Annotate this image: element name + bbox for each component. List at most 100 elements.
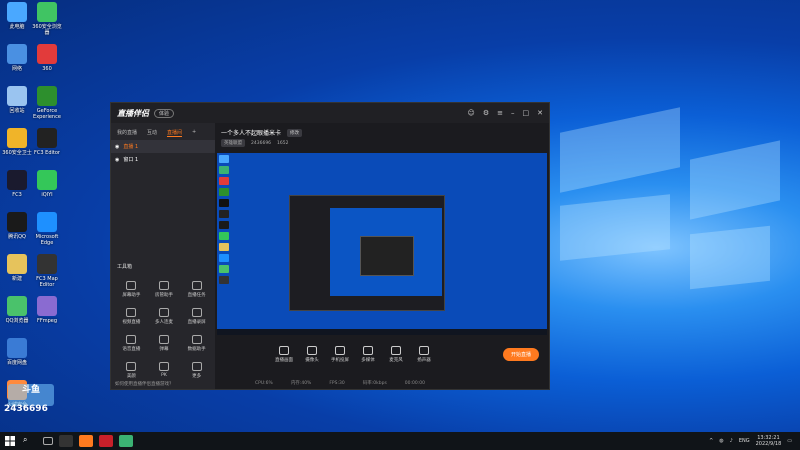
- tool-item[interactable]: 直播录屏: [180, 308, 213, 325]
- maximize-icon[interactable]: □: [523, 109, 530, 117]
- viewer-count: 1652: [277, 140, 289, 146]
- notification-icon[interactable]: ▭: [787, 438, 792, 444]
- tab-my-live[interactable]: 我的直播: [117, 129, 137, 137]
- task-view-icon[interactable]: [43, 437, 53, 445]
- app-icon: [7, 170, 27, 190]
- app-icon: [37, 170, 57, 190]
- desktop-icon[interactable]: FFmpeg: [30, 296, 64, 324]
- tool-icon: [158, 362, 169, 371]
- status-item: 码率:0kbps: [362, 381, 387, 386]
- scene-name: 直播 1: [123, 144, 139, 150]
- avatar-icon[interactable]: ☺: [468, 109, 475, 117]
- tray-chevron-icon[interactable]: ^: [709, 438, 713, 444]
- add-icon[interactable]: +: [192, 129, 196, 137]
- app-icon: [37, 2, 57, 22]
- status-item: FPS:30: [329, 380, 345, 386]
- room-title: 一个多人不起眼播米卡: [221, 130, 282, 137]
- desktop-icon[interactable]: FC3 Editor: [30, 128, 64, 156]
- language-indicator[interactable]: ENG: [739, 438, 750, 444]
- tool-icon: [158, 335, 169, 344]
- app-icon: [37, 86, 57, 106]
- desktop-icon[interactable]: iQIYI: [30, 170, 64, 198]
- close-icon[interactable]: ✕: [537, 109, 543, 117]
- control-button[interactable]: 摄像头: [303, 345, 321, 363]
- search-icon[interactable]: ⌕: [23, 435, 37, 447]
- tab-interact[interactable]: 互动: [147, 129, 157, 137]
- desktop-icon[interactable]: 360安全浏览器: [30, 2, 64, 36]
- tool-icon: [126, 362, 137, 371]
- minimize-icon[interactable]: –: [511, 109, 515, 117]
- network-icon[interactable]: ◍: [719, 438, 723, 444]
- scene-item[interactable]: ◉ 直播 1: [111, 140, 215, 153]
- tool-icon: [191, 335, 202, 344]
- follower-count: 2436696: [251, 140, 272, 146]
- tool-item[interactable]: PK: [148, 362, 181, 379]
- tool-item[interactable]: 视频直播: [115, 308, 148, 325]
- desktop-icon[interactable]: 回收站: [0, 86, 34, 114]
- control-icon: [391, 345, 401, 355]
- system-tray: ^ ◍ ♪ ENG 13:32:21 2022/9/18 ▭: [709, 435, 800, 447]
- app-icon: [37, 212, 57, 232]
- tool-item[interactable]: 语音直播: [115, 335, 148, 352]
- desktop-icon[interactable]: 新建: [0, 254, 34, 282]
- tool-item[interactable]: 更多: [180, 362, 213, 379]
- scene-item[interactable]: ◉ 窗口 1: [111, 153, 215, 166]
- status-item: 内存:40%: [290, 381, 312, 386]
- live-companion-window: 直播伴侣 体验 ☺ ⚙ ≡ – □ ✕ 我的直播 互动 直播间 + ◉ 直播 1…: [110, 102, 550, 390]
- eye-icon[interactable]: ◉: [115, 157, 119, 163]
- app-icon[interactable]: [59, 435, 73, 447]
- taskbar: ⌕ ^ ◍ ♪ ENG 13:32:21 2022/9/18 ▭: [0, 432, 800, 450]
- control-icon: [307, 345, 317, 355]
- stream-preview[interactable]: [217, 153, 547, 335]
- desktop-icon[interactable]: 网络: [0, 44, 34, 72]
- control-button[interactable]: 直播画面: [275, 345, 293, 363]
- preview-taskbar: [217, 329, 547, 335]
- tool-item[interactable]: 多人连麦: [148, 308, 181, 325]
- tool-icon: [191, 308, 202, 317]
- start-live-button[interactable]: 开始直播: [502, 347, 539, 361]
- app-icon[interactable]: [119, 435, 133, 447]
- desktop-icon[interactable]: 360安全卫士: [0, 128, 34, 156]
- edit-title-button[interactable]: 修改: [287, 128, 303, 137]
- control-button[interactable]: 扬声器: [415, 345, 433, 363]
- desktop-icon[interactable]: GeForce Experience: [30, 86, 64, 120]
- desktop-icon[interactable]: 腾讯QQ: [0, 212, 34, 240]
- desktop-icon[interactable]: Microsoft Edge: [30, 212, 64, 246]
- status-bar: CPU:6% 内存:40% FPS:30 码率:0kbps 00:00:00: [215, 377, 549, 389]
- tool-item[interactable]: 屏幕助手: [115, 281, 148, 298]
- desktop-icon[interactable]: QQ浏览器: [0, 296, 34, 324]
- tool-item[interactable]: 美颜: [115, 362, 148, 379]
- help-notice[interactable]: 如何使用直播伴侣直播游戏？: [115, 381, 174, 387]
- desktop-icon[interactable]: FC3: [0, 170, 34, 198]
- category-badge[interactable]: 英雄联盟: [221, 139, 245, 147]
- tool-icon: [158, 281, 169, 290]
- control-icon: [419, 345, 429, 355]
- eye-icon[interactable]: ◉: [115, 144, 119, 150]
- volume-icon[interactable]: ♪: [730, 438, 733, 444]
- tool-item[interactable]: 房管助手: [148, 281, 181, 298]
- start-button[interactable]: [0, 432, 20, 450]
- tool-item[interactable]: 直播任务: [180, 281, 213, 298]
- tool-item[interactable]: 弹幕: [148, 335, 181, 352]
- desktop-icon[interactable]: 360: [30, 44, 64, 72]
- app-icon: [7, 338, 27, 358]
- live-companion-taskbar-icon[interactable]: [79, 435, 93, 447]
- desktop-icon[interactable]: 此电脑: [0, 2, 34, 30]
- tool-item[interactable]: 数据助手: [180, 335, 213, 352]
- control-bar: 直播画面 摄像头 手机投屏 多媒体 麦克风 扬声器 开始直播: [215, 339, 549, 369]
- version-badge[interactable]: 体验: [154, 108, 175, 118]
- app-icon: [7, 44, 27, 64]
- wallpaper-beam: [690, 140, 780, 220]
- tab-live-room[interactable]: 直播间: [167, 129, 183, 137]
- control-button[interactable]: 手机投屏: [331, 345, 349, 363]
- tool-icon: [126, 281, 137, 290]
- desktop-icon[interactable]: 百度网盘: [0, 338, 34, 366]
- app-icon[interactable]: [99, 435, 113, 447]
- menu-icon[interactable]: ≡: [497, 109, 503, 117]
- control-button[interactable]: 麦克风: [387, 345, 405, 363]
- app-icon: [37, 128, 57, 148]
- control-button[interactable]: 多媒体: [359, 345, 377, 363]
- desktop-icon[interactable]: FC3 Map Editor: [30, 254, 64, 288]
- settings-icon[interactable]: ⚙: [483, 109, 489, 117]
- clock[interactable]: 13:32:21 2022/9/18: [756, 435, 782, 447]
